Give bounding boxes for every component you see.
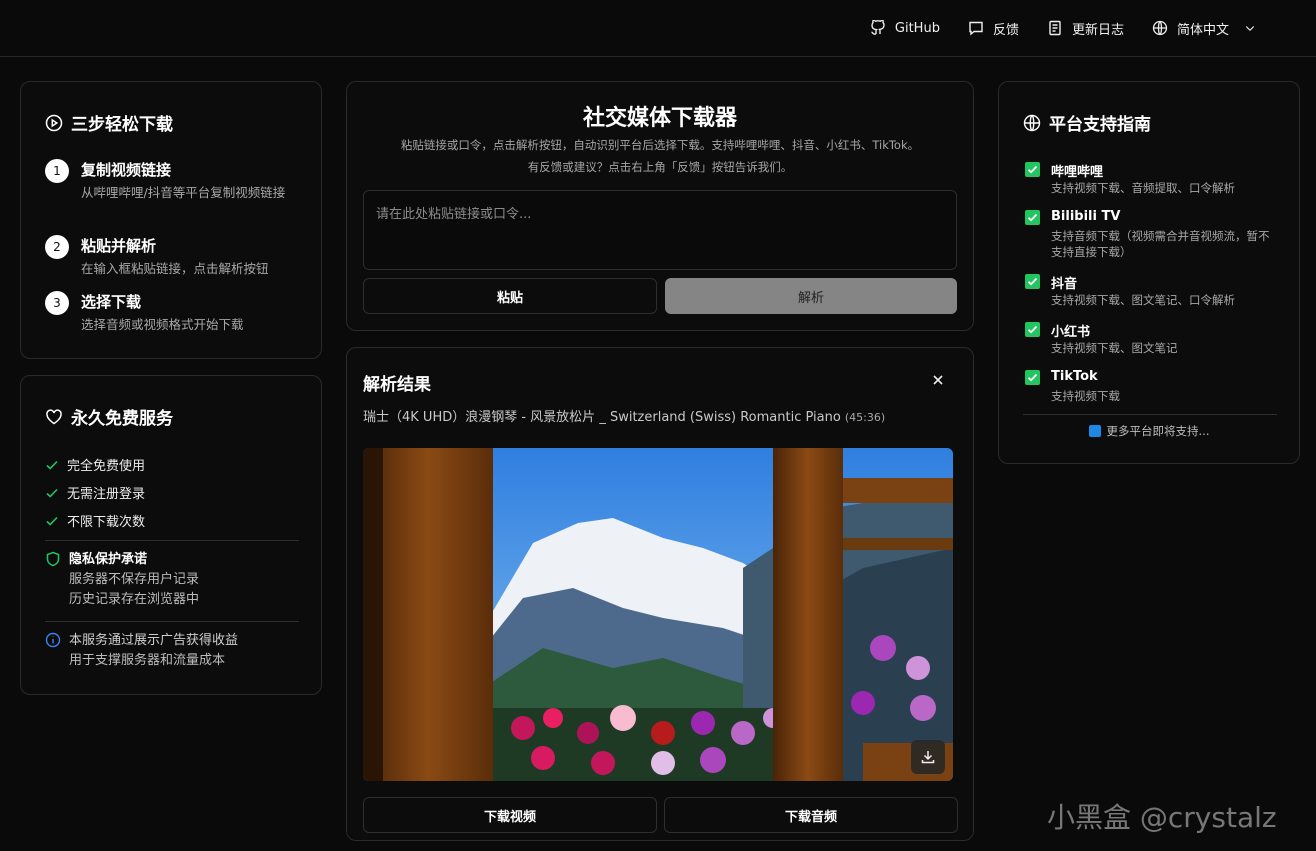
- checkbox-icon: [1025, 210, 1040, 225]
- shield-icon: [46, 551, 60, 567]
- thumbnail-image: [363, 448, 953, 781]
- platform-desc: 支持视频下载、图文笔记: [1051, 341, 1178, 355]
- platform-name: 小红书: [1051, 325, 1091, 340]
- step-number: 2: [45, 235, 69, 259]
- document-icon: [1049, 20, 1061, 36]
- free-title: 永久免费服务: [45, 404, 173, 429]
- platform-desc: 支持视频下载、图文笔记、口令解析: [1051, 293, 1235, 307]
- platforms-card: 平台支持指南 哔哩哔哩 支持视频下载、音频提取、口令解析 Bilibili TV…: [998, 81, 1300, 464]
- page-title: 社交媒体下载器: [582, 106, 737, 131]
- feature-item: 无需注册登录: [45, 483, 145, 502]
- checkbox-icon: [1025, 370, 1040, 385]
- download-icon-button[interactable]: [911, 740, 945, 774]
- divider: [45, 540, 299, 541]
- privacy-title: 隐私保护承诺: [69, 552, 148, 567]
- checkbox-icon: [1025, 162, 1040, 177]
- result-title: 解析结果: [363, 375, 431, 395]
- heart-icon: [46, 408, 62, 424]
- step-number: 1: [45, 159, 69, 183]
- video-title-text: 瑞士（4K UHD）浪漫钢琴 - 风景放松片 _ Switzerland (Sw…: [363, 410, 841, 425]
- free-service-card: 永久免费服务 完全免费使用 无需注册登录 不限下载次数 隐私保护承诺 服务器不保…: [20, 375, 322, 695]
- ads-line: 用于支撑服务器和流量成本: [69, 653, 226, 668]
- link-input[interactable]: [363, 190, 957, 270]
- language-label: 简体中文: [1176, 22, 1229, 38]
- github-icon: [871, 20, 885, 35]
- paste-button[interactable]: 粘贴: [363, 278, 657, 314]
- github-label: GitHub: [894, 20, 940, 36]
- github-link[interactable]: GitHub: [870, 20, 940, 36]
- play-circle-icon: [45, 114, 63, 131]
- close-icon[interactable]: [929, 371, 947, 389]
- more-platforms-note: 更多平台即将支持...: [999, 423, 1299, 439]
- ads-block: 本服务通过展示广告获得收益 用于支撑服务器和流量成本: [45, 631, 301, 671]
- parse-button[interactable]: 解析: [665, 278, 957, 314]
- privacy-line: 历史记录存在浏览器中: [69, 592, 200, 607]
- globe-icon: [1023, 114, 1041, 131]
- platform-item: TikTok 支持视频下载: [1025, 369, 1285, 405]
- divider: [45, 621, 299, 622]
- globe-icon: [1152, 20, 1168, 36]
- info-icon: [45, 632, 61, 648]
- platform-item: 哔哩哔哩 支持视频下载、音频提取、口令解析: [1025, 161, 1285, 197]
- ads-line: 本服务通过展示广告获得收益: [69, 633, 239, 648]
- feedback-link[interactable]: 反馈: [968, 19, 1019, 38]
- step-item: 2 粘贴并解析 在输入框粘贴链接，点击解析按钮: [45, 235, 305, 281]
- platform-item: 抖音 支持视频下载、图文笔记、口令解析: [1025, 273, 1285, 309]
- refresh-icon: [1088, 425, 1101, 437]
- platform-item: 小红书 支持视频下载、图文笔记: [1025, 321, 1285, 357]
- checkbox-icon: [1025, 274, 1040, 289]
- step-item: 3 选择下载 选择音频或视频格式开始下载: [45, 291, 305, 337]
- platform-name: Bilibili TV: [1051, 209, 1121, 224]
- feedback-hint: 有反馈或建议？点击右上角「反馈」按钮告诉我们。: [527, 160, 793, 174]
- step-desc: 从哔哩哔哩/抖音等平台复制视频链接: [81, 185, 286, 200]
- step-title: 复制视频链接: [81, 161, 172, 179]
- platform-name: 哔哩哔哩: [1051, 165, 1104, 180]
- video-duration: (45:36): [844, 411, 886, 424]
- divider: [1023, 414, 1277, 415]
- privacy-block: 隐私保护承诺 服务器不保存用户记录 历史记录存在浏览器中: [45, 550, 301, 610]
- step-title: 粘贴并解析: [81, 237, 157, 255]
- video-title: 瑞士（4K UHD）浪漫钢琴 - 风景放松片 _ Switzerland (Sw…: [363, 406, 885, 425]
- video-thumbnail: [363, 448, 953, 781]
- step-number: 3: [45, 291, 69, 315]
- downloader-card: 社交媒体下载器 粘贴链接或口令，点击解析按钮，自动识别平台后选择下载。支持哔哩哔…: [346, 81, 974, 331]
- platform-desc: 支持视频下载、音频提取、口令解析: [1051, 181, 1235, 195]
- language-select[interactable]: 简体中文: [1152, 19, 1256, 38]
- platform-desc: 支持视频下载: [1051, 389, 1120, 403]
- platform-item: Bilibili TV 支持音频下载（视频需合并音视频流，暂不支持直接下载）: [1025, 209, 1285, 261]
- chevron-down-icon: [1245, 26, 1255, 32]
- download-video-button[interactable]: 下载视频: [363, 797, 657, 833]
- feedback-label: 反馈: [992, 22, 1019, 38]
- check-icon: [46, 488, 58, 498]
- download-icon: [921, 751, 935, 764]
- step-desc: 选择音频或视频格式开始下载: [81, 317, 244, 332]
- result-card: 解析结果 瑞士（4K UHD）浪漫钢琴 - 风景放松片 _ Switzerlan…: [346, 347, 974, 841]
- steps-title: 三步轻松下载: [45, 110, 173, 135]
- step-item: 1 复制视频链接 从哔哩哔哩/抖音等平台复制视频链接: [45, 159, 305, 209]
- platforms-title: 平台支持指南: [1023, 110, 1151, 135]
- watermark: 小黑盒 @crystalz: [1047, 801, 1277, 834]
- platform-name: 抖音: [1051, 277, 1078, 292]
- feature-item: 不限下载次数: [45, 511, 145, 530]
- changelog-label: 更新日志: [1071, 22, 1124, 38]
- top-bar: GitHub 反馈 更新日志 简体中文: [0, 0, 1316, 57]
- changelog-link[interactable]: 更新日志: [1047, 19, 1124, 38]
- step-desc: 在输入框粘贴链接，点击解析按钮: [81, 261, 269, 276]
- privacy-line: 服务器不保存用户记录: [69, 572, 200, 587]
- feature-item: 完全免费使用: [45, 455, 145, 474]
- top-nav: GitHub 反馈 更新日志 简体中文: [870, 0, 1256, 56]
- platform-desc: 支持音频下载（视频需合并音视频流，暂不支持直接下载）: [1051, 229, 1270, 259]
- step-title: 选择下载: [81, 293, 142, 311]
- checkbox-icon: [1025, 322, 1040, 337]
- check-icon: [46, 460, 58, 470]
- steps-card: 三步轻松下载 1 复制视频链接 从哔哩哔哩/抖音等平台复制视频链接 2 粘贴并解…: [20, 81, 322, 359]
- download-audio-button[interactable]: 下载音频: [664, 797, 958, 833]
- check-icon: [46, 516, 58, 526]
- platform-name: TikTok: [1051, 369, 1098, 384]
- description: 粘贴链接或口令，点击解析按钮，自动识别平台后选择下载。支持哔哩哔哩、抖音、小红书…: [400, 138, 920, 152]
- message-icon: [969, 21, 983, 36]
